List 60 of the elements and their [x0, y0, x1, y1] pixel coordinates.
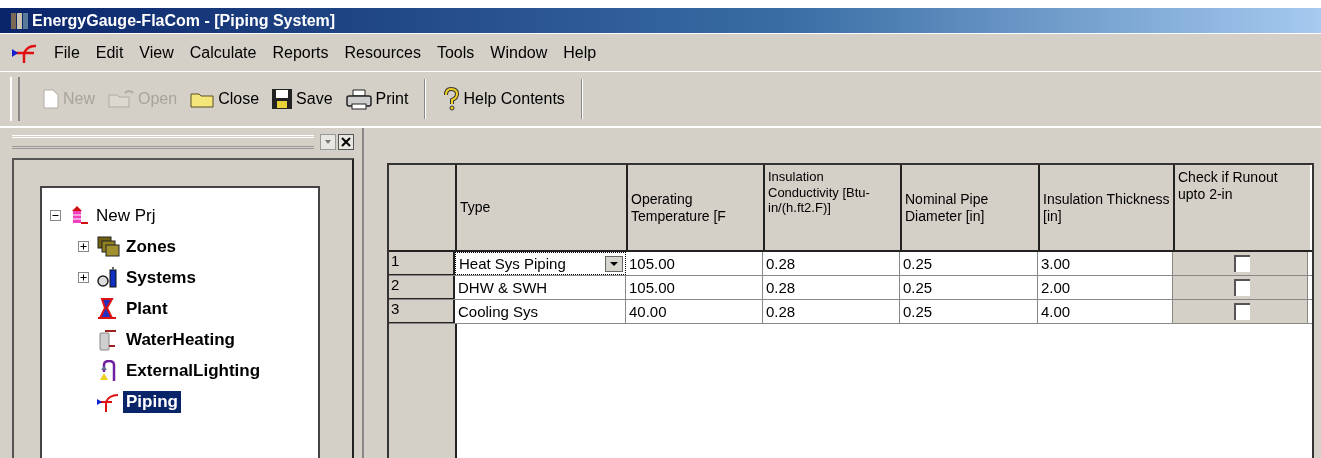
table-cell: 0.28: [763, 300, 900, 323]
checkbox[interactable]: [1233, 303, 1250, 320]
tree-item[interactable]: Piping: [123, 390, 181, 413]
table-cell: 0.25: [900, 300, 1038, 323]
menu-item[interactable]: Resources: [336, 43, 429, 62]
checkbox[interactable]: [1233, 279, 1250, 296]
tree-item[interactable]: Plant: [123, 297, 171, 320]
grid-corner[interactable]: [389, 165, 457, 250]
table-cell: 105.00: [626, 276, 763, 299]
stacked-boxes-icon: [96, 235, 120, 258]
table-cell: Cooling Sys: [455, 300, 626, 323]
menu-item[interactable]: Tools: [428, 43, 483, 62]
tree-item[interactable]: ExternalLighting: [123, 359, 264, 382]
panel-grip[interactable]: [12, 135, 314, 149]
collapse-toggle-icon[interactable]: [50, 210, 61, 221]
column-header: Nominal Pipe Diameter [in]: [902, 165, 1040, 250]
menu-item[interactable]: File: [46, 43, 88, 62]
menu-item[interactable]: Help: [555, 43, 605, 62]
equipment-icon: [96, 266, 120, 289]
expand-toggle-icon[interactable]: [78, 241, 89, 252]
window-title: EnergyGauge-FlaCom - [Piping System]: [32, 11, 336, 30]
close-icon[interactable]: [338, 134, 354, 150]
row-header: 1: [389, 252, 455, 275]
tree-item[interactable]: Systems: [123, 266, 199, 289]
menu-item[interactable]: View: [131, 43, 182, 62]
table-cell: 40.00: [626, 300, 763, 323]
toolbar-button[interactable]: Help Contents: [438, 85, 569, 113]
expand-toggle-icon[interactable]: [78, 272, 89, 283]
menu-item[interactable]: Window: [482, 43, 556, 62]
table-cell: 0.25: [900, 252, 1038, 275]
table-cell: 0.25: [900, 276, 1038, 299]
printer-icon: [344, 88, 373, 110]
toolbar-button[interactable]: Save: [267, 86, 337, 112]
type-dropdown[interactable]: Heat Sys Piping: [455, 252, 626, 275]
table-cell: 105.00: [626, 252, 763, 275]
column-header: Type: [457, 165, 628, 250]
tree-item[interactable]: Zones: [123, 235, 180, 258]
row-header: 2: [389, 276, 455, 299]
tree-item[interactable]: WaterHeating: [123, 328, 238, 351]
app-icon: [10, 10, 30, 31]
table-cell: 0.28: [763, 276, 900, 299]
column-header: Check if Runout upto 2-in: [1175, 165, 1310, 250]
question-mark-icon: [442, 87, 461, 111]
menu-item[interactable]: Calculate: [181, 43, 265, 62]
toolbar-button[interactable]: Close: [185, 87, 264, 111]
folder-icon: [107, 89, 135, 109]
table-cell: DHW & SWH: [455, 276, 626, 299]
toolbar-button[interactable]: Print: [340, 86, 413, 112]
checkbox[interactable]: [1233, 255, 1250, 272]
column-header: Operating Temperature [F: [628, 165, 765, 250]
table-cell: 0.28: [763, 252, 900, 275]
menu-item[interactable]: Edit: [87, 43, 132, 62]
document-icon: [42, 89, 60, 109]
toolbar-grip[interactable]: [10, 77, 20, 121]
column-header: Insulation Thickness [in]: [1040, 165, 1175, 250]
tree-item[interactable]: New Prj: [93, 204, 159, 227]
row-header: 3: [389, 300, 455, 323]
dropdown-icon[interactable]: [320, 134, 336, 150]
column-header: Insulation Conductivity [Btu-in/(h.ft2.F)]: [765, 165, 902, 250]
menu-item[interactable]: Reports: [264, 43, 337, 62]
